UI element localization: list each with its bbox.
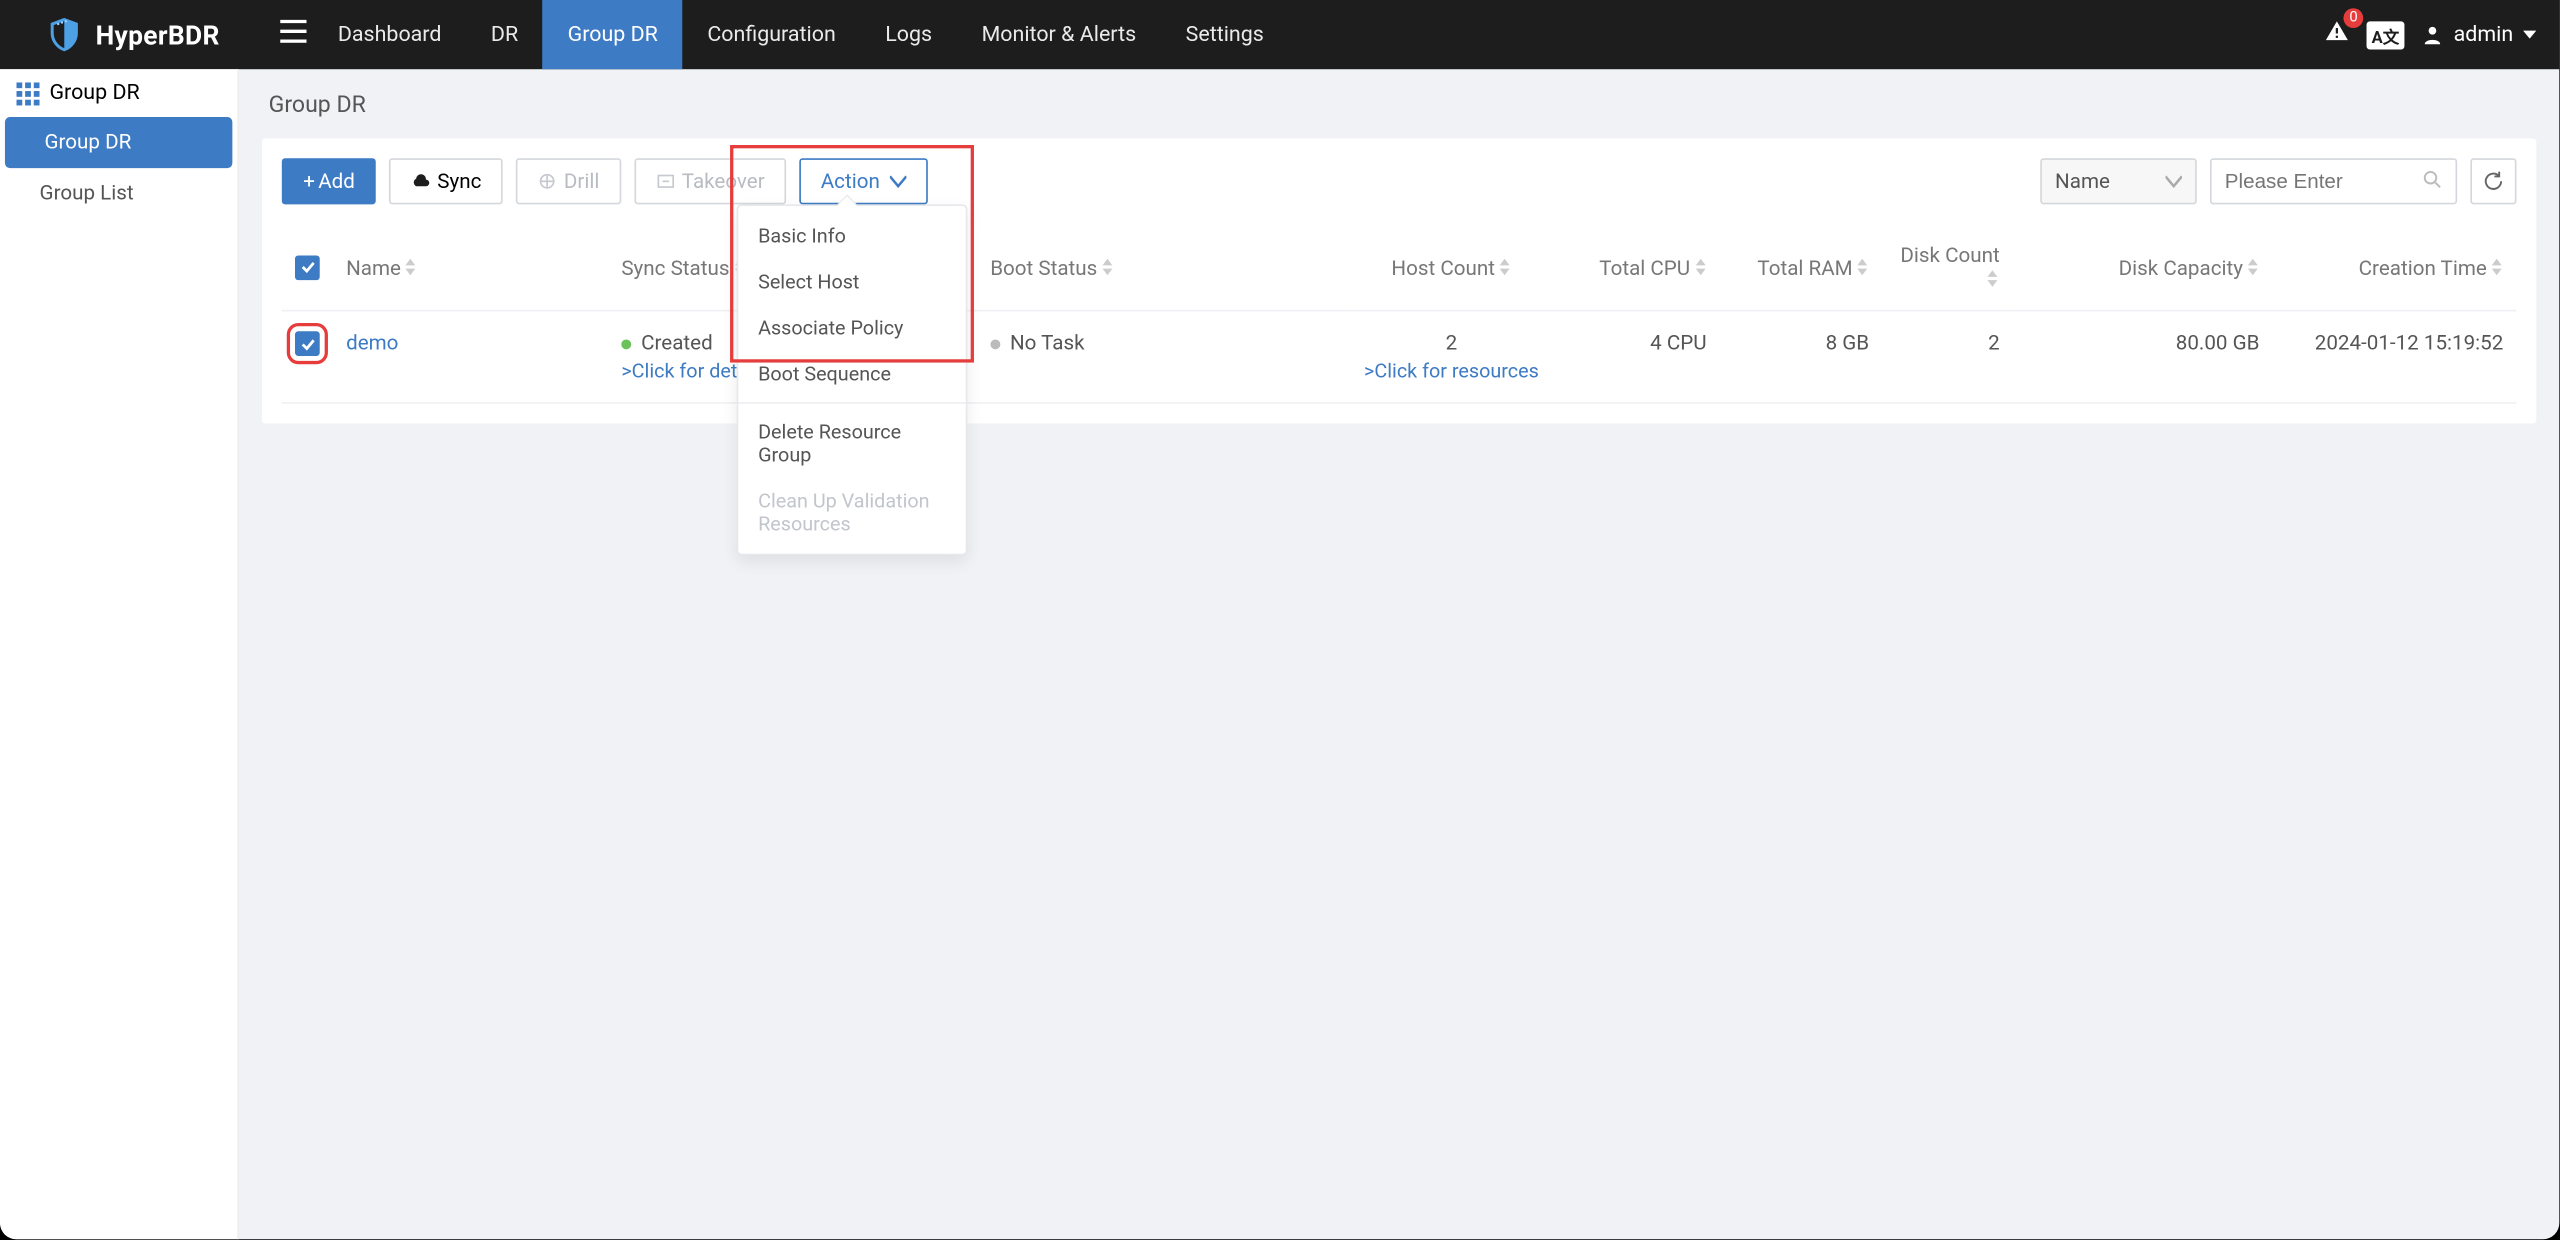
search-field-select[interactable]: Name [2040,158,2197,204]
user-menu[interactable]: admin [2421,22,2537,47]
total-ram: 8 GB [1720,311,1883,403]
action-delete-group[interactable]: Delete Resource Group [738,409,965,478]
sidebar-title: Group DR [0,69,237,117]
disk-capacity: 80.00 GB [2013,311,2273,403]
shield-icon [46,16,82,52]
logo[interactable]: HyperBDR [0,16,264,52]
menu-logs[interactable]: Logs [861,0,957,69]
sidebar-item-group-list[interactable]: Group List [0,168,237,219]
sync-button[interactable]: Sync [390,158,503,204]
action-button[interactable]: Action [799,158,927,204]
language-toggle[interactable]: A文 [2367,21,2404,49]
menu-toggle[interactable] [264,20,297,50]
action-cleanup[interactable]: Clean Up Validation Resources [738,478,965,547]
disk-count: 2 [1882,311,2013,403]
action-boot-sequence[interactable]: Boot Sequence [738,351,965,397]
menu-monitor[interactable]: Monitor & Alerts [957,0,1161,69]
host-count: 2 [1446,332,1458,357]
sync-status: Created [641,332,713,357]
menu-dashboard[interactable]: Dashboard [313,0,466,69]
host-resources-link[interactable]: >Click for resources [1364,360,1539,383]
menu-dr[interactable]: DR [466,0,543,69]
user-icon [2421,23,2444,46]
col-name[interactable]: Name [333,227,608,311]
total-cpu: 4 CPU [1557,311,1720,403]
search-icon [2421,168,2444,191]
takeover-icon [655,171,675,191]
plus-icon: + [303,169,315,194]
logo-text: HyperBDR [96,19,220,50]
chevron-down-icon [890,173,906,189]
row-checkbox[interactable] [295,332,320,357]
topbar-right: 0 A文 admin [2324,18,2559,51]
action-dropdown: Basic Info Select Host Associate Policy … [737,204,968,555]
creation-time: 2024-01-12 15:19:52 [2273,311,2517,403]
status-dot-icon [621,339,631,349]
select-all-checkbox[interactable] [295,255,320,280]
sidebar: Group DR Group DR Group List [0,69,239,1239]
alert-badge: 0 [2344,8,2364,28]
content-card: +Add Sync Drill Takeover Action [262,138,2536,423]
refresh-icon [2482,170,2505,193]
col-total-cpu[interactable]: Total CPU [1557,227,1720,311]
drill-icon [538,171,558,191]
action-associate-policy[interactable]: Associate Policy [738,305,965,351]
top-menu: Dashboard DR Group DR Configuration Logs… [313,0,1288,69]
page-title: Group DR [262,92,2536,118]
group-name-link[interactable]: demo [346,332,398,357]
chevron-down-icon [2523,28,2536,41]
menu-settings[interactable]: Settings [1161,0,1289,69]
col-creation-time[interactable]: Creation Time [2273,227,2517,311]
toolbar: +Add Sync Drill Takeover Action [282,158,2517,204]
menu-configuration[interactable]: Configuration [683,0,861,69]
cloud-sync-icon [411,171,431,191]
chevron-down-icon [2165,173,2181,189]
col-disk-capacity[interactable]: Disk Capacity [2013,227,2273,311]
hamburger-icon [280,20,306,43]
sidebar-item-group-dr[interactable]: Group DR [5,117,232,168]
alerts-button[interactable]: 0 [2324,18,2350,51]
username: admin [2454,22,2514,47]
grid-icon [16,82,39,105]
menu-group-dr[interactable]: Group DR [543,0,683,69]
drill-button[interactable]: Drill [516,158,621,204]
table-row: demo Created >Click for details No Task … [282,311,2517,403]
add-button[interactable]: +Add [282,158,377,204]
boot-status: No Task [1010,332,1085,357]
group-table: Name Sync Status Boot Status Host Count … [282,227,2517,404]
topbar: HyperBDR Dashboard DR Group DR Configura… [0,0,2559,69]
col-boot-status[interactable]: Boot Status [977,227,1346,311]
takeover-button[interactable]: Takeover [634,158,786,204]
status-dot-icon [990,339,1000,349]
col-disk-count[interactable]: Disk Count [1882,227,2013,311]
refresh-button[interactable] [2470,158,2516,204]
col-host-count[interactable]: Host Count [1346,227,1558,311]
main: Group DR +Add Sync Drill Takeover [239,69,2559,1239]
action-select-host[interactable]: Select Host [738,259,965,305]
col-total-ram[interactable]: Total RAM [1720,227,1883,311]
action-basic-info[interactable]: Basic Info [738,213,965,259]
